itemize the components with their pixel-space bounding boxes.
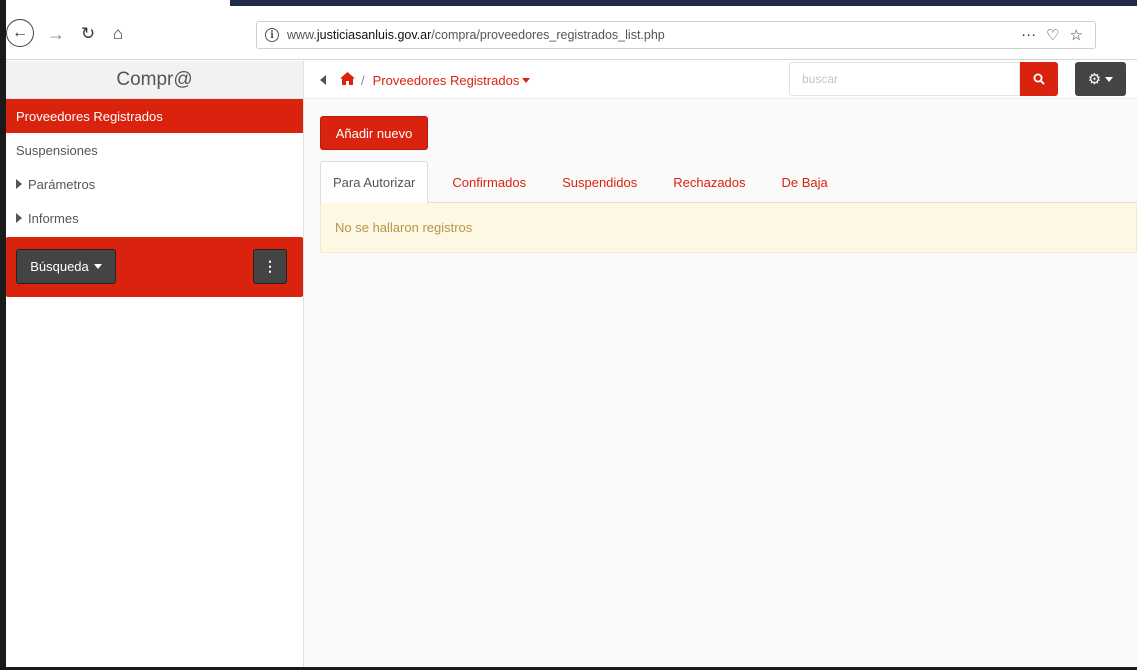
settings-button[interactable]: ⚙ (1075, 62, 1126, 96)
pocket-icon[interactable]: ♡ (1046, 26, 1059, 44)
more-icon[interactable]: ··· (1021, 26, 1036, 44)
gear-icon: ⚙ (1087, 71, 1102, 88)
sidebar-item-label: Suspensiones (16, 142, 98, 158)
browser-toolbar: ← → ↻ ⌂ i www. justiciasanluis.gov.ar/com… (6, 6, 1137, 60)
add-new-button[interactable]: Añadir nuevo (320, 116, 428, 150)
search-button[interactable] (1020, 62, 1058, 96)
caret-down-icon (1105, 76, 1114, 82)
breadcrumb-current[interactable]: Proveedores Registrados (373, 73, 520, 88)
sidebar-item-label: Informes (28, 210, 79, 226)
home-icon[interactable] (340, 71, 355, 89)
forward-arrow-icon[interactable]: → (44, 21, 68, 47)
breadcrumb-separator: / (361, 72, 365, 88)
main-content: / Proveedores Registrados ⚙ Añadir nuevo… (304, 61, 1137, 667)
star-icon[interactable]: ☆ (1070, 26, 1083, 44)
tab-para-autorizar[interactable]: Para Autorizar (320, 161, 429, 204)
app-title: Compr@ (6, 61, 303, 99)
info-icon[interactable]: i (265, 28, 279, 42)
status-tabs: Para Autorizar Confirmados Suspendidos R… (320, 161, 1137, 204)
empty-results-alert: No se hallaron registros (320, 203, 1137, 253)
top-navbar: / Proveedores Registrados ⚙ (304, 61, 1137, 99)
caret-down-icon (93, 264, 102, 269)
sidebar: Compr@ Proveedores Registrados Suspensio… (6, 61, 304, 667)
sidebar-item-suspensiones[interactable]: Suspensiones (6, 133, 303, 167)
caret-right-icon (16, 213, 22, 223)
search-icon (1033, 73, 1045, 85)
tab-suspendidos[interactable]: Suspendidos (550, 161, 649, 203)
sidebar-item-proveedores-registrados[interactable]: Proveedores Registrados (6, 99, 303, 133)
search-input[interactable] (789, 62, 1020, 96)
collapse-sidebar-icon[interactable] (320, 75, 326, 85)
breadcrumb: / Proveedores Registrados (320, 61, 531, 99)
url-path: /compra/proveedores_registrados_list.php (431, 28, 665, 42)
back-arrow-icon[interactable]: ← (6, 19, 34, 47)
url-domain: justiciasanluis.gov.ar (316, 28, 432, 42)
url-prefix: www. (287, 28, 317, 42)
caret-down-icon (522, 77, 531, 83)
tab-rechazados[interactable]: Rechazados (661, 161, 757, 203)
tab-confirmados[interactable]: Confirmados (440, 161, 538, 203)
url-bar[interactable]: i www. justiciasanluis.gov.ar/compra/prov… (256, 21, 1096, 49)
tab-de-baja[interactable]: De Baja (770, 161, 840, 203)
home-icon[interactable]: ⌂ (106, 21, 130, 47)
busqueda-button[interactable]: Búsqueda (16, 249, 116, 284)
busqueda-label: Búsqueda (30, 259, 89, 274)
search-panel: Búsqueda ⋮ (6, 237, 303, 297)
vertical-dots-icon[interactable]: ⋮ (253, 249, 287, 284)
sidebar-item-label: Parámetros (28, 176, 96, 192)
sidebar-item-parametros[interactable]: Parámetros (6, 167, 303, 201)
url-actions: ··· ♡ ☆ (1021, 26, 1083, 44)
sidebar-item-informes[interactable]: Informes (6, 201, 303, 235)
reload-icon[interactable]: ↻ (76, 21, 100, 47)
sidebar-item-label: Proveedores Registrados (16, 108, 163, 124)
caret-right-icon (16, 179, 22, 189)
